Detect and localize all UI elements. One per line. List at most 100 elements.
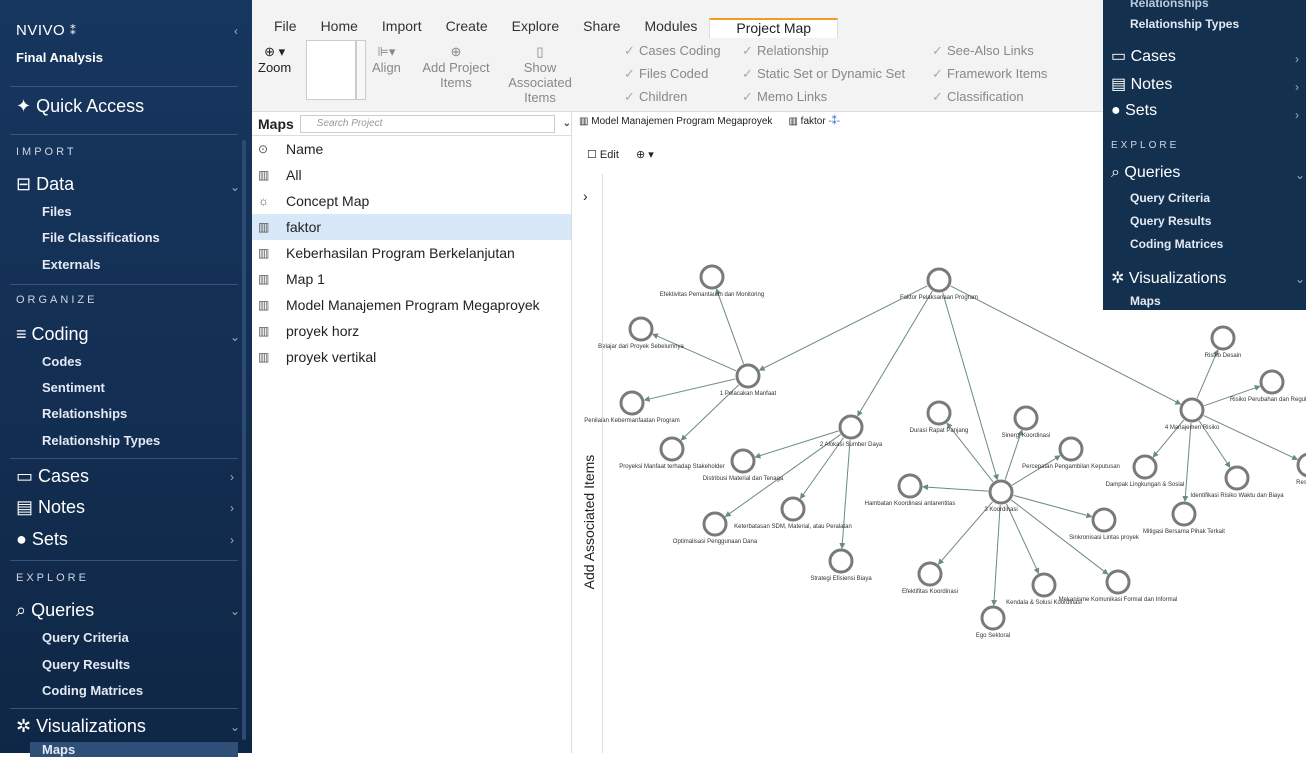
- nav-coding[interactable]: ≡ Coding: [16, 324, 89, 345]
- nav-relationships[interactable]: Relationships: [1130, 0, 1209, 10]
- node-circle[interactable]: [1296, 452, 1306, 478]
- tab-explore[interactable]: Explore: [500, 18, 571, 38]
- node-circle[interactable]: [1259, 369, 1285, 395]
- nav-maps[interactable]: Maps: [30, 742, 238, 757]
- check-memo-links[interactable]: ✓ Memo Links: [742, 89, 827, 105]
- nav-sets[interactable]: ● Sets: [1111, 102, 1157, 120]
- nav-visualizations[interactable]: ✲ Visualizations: [1111, 268, 1226, 288]
- chevron-down-icon[interactable]: ⌄: [1295, 272, 1305, 286]
- nav-query-results[interactable]: Query Results: [1130, 214, 1211, 228]
- list-item-selected[interactable]: ▥ faktor: [252, 214, 571, 240]
- node-circle[interactable]: [988, 479, 1014, 505]
- tab-share[interactable]: Share: [571, 18, 632, 38]
- node-circle[interactable]: [1058, 436, 1084, 462]
- column-header-name[interactable]: ⊙ Name: [252, 136, 571, 162]
- chevron-right-icon[interactable]: ›: [1295, 108, 1299, 122]
- check-files-coded[interactable]: ✓ Files Coded: [624, 66, 708, 82]
- check-static-set[interactable]: ✓ Static Set or Dynamic Set: [742, 66, 905, 82]
- map-node-efektivitas[interactable]: Efektivitas Pemantauan dan Monitoring: [660, 264, 764, 298]
- node-circle[interactable]: [1105, 569, 1131, 595]
- nav-relationship-types[interactable]: Relationship Types: [42, 433, 160, 448]
- check-relationship[interactable]: ✓ Relationship: [742, 43, 829, 59]
- nav-relationships[interactable]: Relationships: [42, 406, 127, 421]
- map-edge[interactable]: [1013, 494, 1093, 519]
- chevron-down-icon[interactable]: ⌄: [230, 330, 240, 344]
- map-node-n4[interactable]: 4 Manajemen Risiko: [1165, 397, 1220, 431]
- node-circle[interactable]: [1031, 572, 1057, 598]
- show-associated-items-button[interactable]: ▯ Show Associated Items: [502, 44, 578, 105]
- tab-model-manajemen[interactable]: ▥ Model Manajemen Program Megaproyek: [579, 116, 772, 127]
- node-circle[interactable]: [735, 363, 761, 389]
- list-item[interactable]: ▥ Map 1: [252, 266, 571, 292]
- node-circle[interactable]: [1224, 465, 1250, 491]
- node-circle[interactable]: [780, 496, 806, 522]
- map-node-risikodesain[interactable]: Risiko Desain: [1205, 325, 1242, 359]
- nav-relationship-types[interactable]: Relationship Types: [1130, 17, 1239, 31]
- chevron-down-icon[interactable]: ⌄: [230, 720, 240, 734]
- zoom-icon[interactable]: ⊕ ▾: [636, 149, 654, 161]
- map-node-belajar[interactable]: Belajar dari Proyek Sebelumnya: [598, 316, 685, 350]
- list-item[interactable]: ▥ Model Manajemen Program Megaproyek: [252, 292, 571, 318]
- align-button[interactable]: ⊫▾ Align: [372, 44, 401, 75]
- map-node-keterbatasan[interactable]: Keterbatasan SDM, Material, atau Peralat…: [734, 496, 852, 530]
- nav-file-classifications[interactable]: File Classifications: [42, 230, 160, 245]
- chevron-right-icon[interactable]: ›: [230, 501, 234, 515]
- nav-queries[interactable]: ⌕ Queries: [16, 600, 94, 621]
- gallery-scroll[interactable]: [356, 40, 366, 100]
- tab-modules[interactable]: Modules: [632, 18, 709, 38]
- nav-maps[interactable]: Maps: [1130, 294, 1161, 308]
- map-edge[interactable]: [839, 439, 851, 550]
- node-circle[interactable]: [1132, 454, 1158, 480]
- tab-faktor[interactable]: ▥ faktor -⁑-: [788, 116, 840, 127]
- node-circle[interactable]: [730, 448, 756, 474]
- map-node-proyeksi[interactable]: Proyeksi Manfaat terhadap Stakeholder: [619, 436, 725, 470]
- tab-project-map[interactable]: Project Map: [709, 18, 839, 38]
- list-item[interactable]: ▥ All: [252, 162, 571, 188]
- node-circle[interactable]: [917, 561, 943, 587]
- chevron-right-icon[interactable]: ›: [583, 188, 588, 204]
- node-circle[interactable]: [1179, 397, 1205, 423]
- nav-cases[interactable]: ▭ Cases: [16, 466, 89, 487]
- node-circle[interactable]: [926, 267, 952, 293]
- nav-query-criteria[interactable]: Query Criteria: [1130, 191, 1210, 205]
- map-node-risikoperubahan[interactable]: Risiko Perubahan dan Regulasi: [1230, 369, 1306, 403]
- map-node-identifikasi[interactable]: Identifikasi Risiko Waktu dan Biaya: [1190, 465, 1284, 499]
- nav-externals[interactable]: Externals: [42, 257, 101, 272]
- map-edge[interactable]: [991, 504, 1001, 607]
- check-classification[interactable]: ✓ Classification: [932, 89, 1024, 105]
- nav-visualizations[interactable]: ✲ Visualizations: [16, 716, 146, 737]
- node-circle[interactable]: [619, 390, 645, 416]
- node-circle[interactable]: [1091, 507, 1117, 533]
- list-item[interactable]: ▥ proyek vertikal: [252, 344, 571, 370]
- pin-icon[interactable]: -⁑-: [828, 116, 840, 127]
- node-circle[interactable]: [1171, 501, 1197, 527]
- map-node-efektifitas[interactable]: Efektifitas Koordinasi: [902, 561, 958, 595]
- map-node-percepatan[interactable]: Percepatan Pengambilan Keputusan: [1022, 436, 1120, 470]
- map-node-dampak[interactable]: Dampak Lingkungan & Sosial: [1106, 454, 1185, 488]
- chevron-down-icon[interactable]: ⌄: [230, 180, 240, 194]
- node-circle[interactable]: [699, 264, 725, 290]
- node-circle[interactable]: [659, 436, 685, 462]
- node-circle[interactable]: [628, 316, 654, 342]
- node-circle[interactable]: [980, 605, 1006, 631]
- nav-coding-matrices[interactable]: Coding Matrices: [42, 683, 143, 698]
- map-node-faktor[interactable]: Faktor Pelaksanaan Program: [900, 267, 978, 301]
- map-edge[interactable]: [1011, 455, 1061, 486]
- check-cases-coding[interactable]: ✓ Cases Coding: [624, 43, 721, 59]
- layout-gallery[interactable]: [306, 40, 356, 100]
- edit-checkbox[interactable]: ☐ Edit: [587, 149, 619, 161]
- node-circle[interactable]: [897, 473, 923, 499]
- chevron-right-icon[interactable]: ›: [230, 533, 234, 547]
- zoom-button[interactable]: ⊕ ▾ Zoom: [258, 44, 291, 75]
- add-project-items-button[interactable]: ⊕ Add Project Items: [418, 44, 494, 90]
- tab-create[interactable]: Create: [434, 18, 500, 38]
- nav-notes[interactable]: ▤ Notes: [16, 497, 85, 518]
- nav-data[interactable]: ⊟ Data: [16, 174, 74, 195]
- tab-home[interactable]: Home: [309, 18, 370, 38]
- chevron-down-icon[interactable]: ⌄: [1295, 168, 1305, 182]
- map-node-mekanisme[interactable]: Mekanisme Komunikasi Formal dan Informal: [1059, 569, 1178, 603]
- map-node-respon[interactable]: Respo La: [1296, 452, 1306, 486]
- map-edge[interactable]: [651, 333, 737, 372]
- sidebar-scrollbar[interactable]: [242, 140, 246, 740]
- check-see-also[interactable]: ✓ See-Also Links: [932, 43, 1034, 59]
